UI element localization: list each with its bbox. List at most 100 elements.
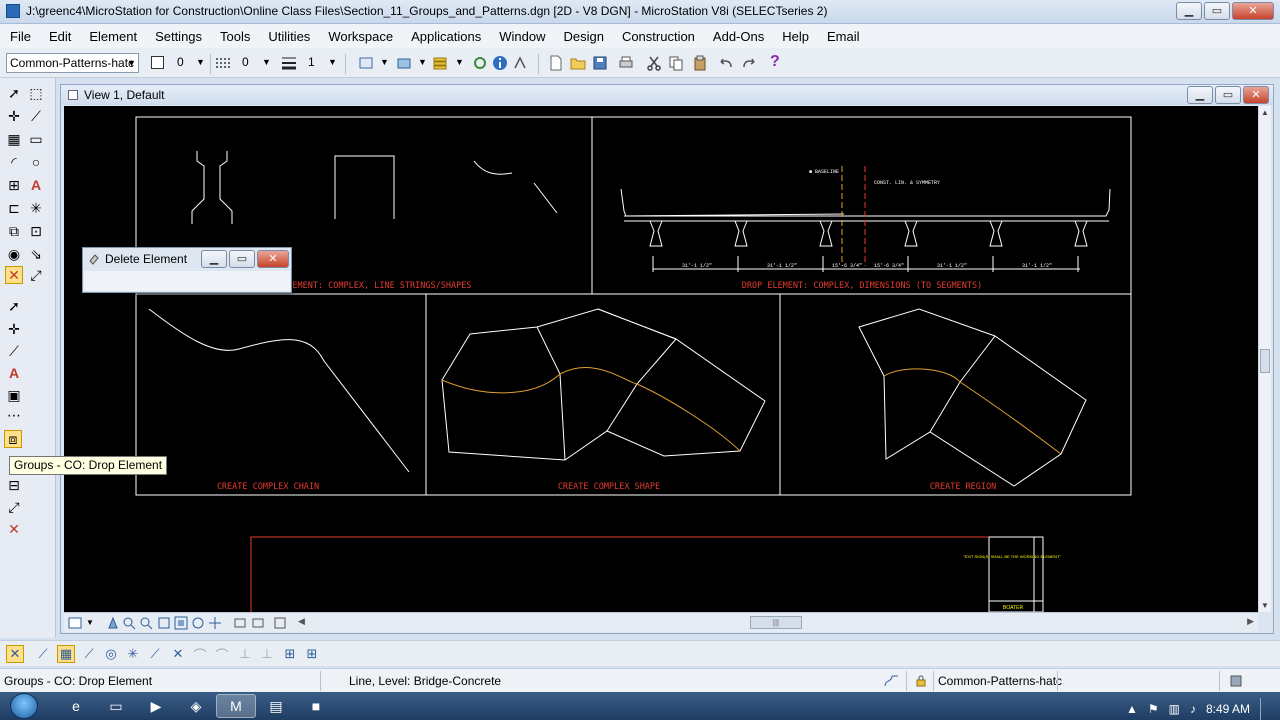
point-on-snap-icon[interactable]: ⊞	[303, 645, 321, 663]
origin-snap-icon[interactable]: ✳	[124, 645, 142, 663]
view-attributes-icon[interactable]	[68, 616, 82, 630]
cut-icon[interactable]	[646, 55, 662, 71]
tray-expand-icon[interactable]: ▲	[1126, 702, 1138, 716]
active-level-select[interactable]: Common-Patterns-hatc ▼	[6, 53, 139, 73]
menu-file[interactable]: File	[10, 29, 31, 44]
lock-icon[interactable]	[914, 674, 928, 688]
dropdown-arrow-icon[interactable]: ▼	[455, 57, 464, 67]
redo-icon[interactable]	[741, 55, 757, 71]
pattern-icon[interactable]: ✳	[27, 199, 45, 217]
dropdown-arrow-icon[interactable]: ▼	[380, 57, 389, 67]
accudraw-icon[interactable]	[882, 672, 902, 690]
view-minimize-button[interactable]: ▁	[1187, 86, 1213, 104]
color-swatch[interactable]	[151, 56, 164, 69]
close-button[interactable]: ✕	[1232, 2, 1274, 20]
internet-explorer-icon[interactable]: e	[56, 694, 96, 718]
measure-distance-icon[interactable]: ⟋	[5, 342, 23, 360]
menu-tools[interactable]: Tools	[220, 29, 250, 44]
tangent-snap-icon[interactable]: ⌒	[191, 645, 209, 663]
menu-utilities[interactable]: Utilities	[268, 29, 310, 44]
select-icon[interactable]: ➚	[5, 297, 23, 315]
menu-window[interactable]: Window	[499, 29, 545, 44]
place-text-icon[interactable]: A	[27, 176, 45, 194]
place-cell-icon[interactable]	[396, 55, 412, 71]
fence-icon[interactable]: ⬚	[27, 84, 45, 102]
keypoint-snap-icon[interactable]: ✕	[6, 645, 24, 663]
scroll-right-icon[interactable]: ▶	[1247, 616, 1254, 627]
save-icon[interactable]	[592, 55, 608, 71]
dialog-maximize-button[interactable]: ▭	[229, 250, 255, 268]
menu-element[interactable]: Element	[89, 29, 137, 44]
copy-icon[interactable]	[668, 55, 684, 71]
menu-applications[interactable]: Applications	[411, 29, 481, 44]
zoom-in-icon[interactable]	[122, 616, 136, 630]
fit-view-icon[interactable]	[174, 616, 188, 630]
drop-element-icon[interactable]: ⤢	[27, 266, 45, 284]
media-player-icon[interactable]: ▶	[136, 694, 176, 718]
new-file-icon[interactable]	[548, 55, 564, 71]
key-in-icon[interactable]	[512, 55, 528, 71]
copy-view-icon[interactable]	[273, 616, 287, 630]
midpoint-snap-icon[interactable]: ⟋	[80, 645, 98, 663]
dialog-close-button[interactable]: ✕	[257, 250, 289, 268]
line-style-dropdown-icon[interactable]: ▼	[262, 57, 271, 67]
menu-add-ons[interactable]: Add-Ons	[713, 29, 764, 44]
perpendicular-snap-icon[interactable]: ⊥	[236, 645, 254, 663]
menu-email[interactable]: Email	[827, 29, 860, 44]
minimize-button[interactable]: ▁	[1176, 2, 1202, 20]
line-style-tool-icon[interactable]: ⋯	[5, 406, 23, 424]
scroll-up-icon[interactable]: ▲	[1261, 108, 1269, 117]
update-view-icon[interactable]	[106, 616, 120, 630]
view-maximize-button[interactable]: ▭	[1215, 86, 1241, 104]
view-next-icon[interactable]	[251, 616, 265, 630]
place-arc-icon[interactable]: ◜	[5, 153, 23, 171]
pan-view-icon[interactable]	[208, 616, 222, 630]
microstation-taskbar-icon[interactable]: M	[216, 694, 256, 718]
nearest-snap-icon[interactable]: ⟋	[34, 645, 52, 663]
menu-design[interactable]: Design	[563, 29, 603, 44]
rotate-view-icon[interactable]	[191, 616, 205, 630]
tentative-point-icon[interactable]: ✛	[5, 107, 23, 125]
move-element-icon[interactable]: ⊡	[27, 222, 45, 240]
place-block-icon[interactable]: ▭	[27, 130, 45, 148]
menu-edit[interactable]: Edit	[49, 29, 71, 44]
info-icon[interactable]	[492, 55, 508, 71]
intersection-snap-icon[interactable]: ✕	[169, 645, 187, 663]
modify-element-icon[interactable]: ◉	[5, 245, 23, 263]
parallel-snap-icon[interactable]: ⊥	[258, 645, 276, 663]
place-line-icon[interactable]: ▦	[5, 130, 23, 148]
place-circle-icon[interactable]: ○	[27, 153, 45, 171]
levels-icon[interactable]	[432, 55, 448, 71]
grid-snap-icon[interactable]: ▦	[57, 645, 75, 663]
line-weight-dropdown-icon[interactable]: ▼	[328, 57, 337, 67]
show-desktop-button[interactable]	[1260, 698, 1270, 720]
menu-construction[interactable]: Construction	[622, 29, 695, 44]
file-explorer-icon[interactable]: ▭	[96, 694, 136, 718]
horizontal-scroll-thumb[interactable]: |||	[750, 616, 802, 629]
bisector-snap-icon[interactable]: ⟋	[146, 645, 164, 663]
print-icon[interactable]	[618, 55, 634, 71]
design-file-save-icon[interactable]	[1229, 674, 1243, 688]
place-cell-icon[interactable]: ⊞	[5, 176, 23, 194]
cell-library-icon[interactable]: ▣	[5, 386, 23, 404]
element-info-icon[interactable]	[358, 55, 374, 71]
volume-icon[interactable]: ♪	[1190, 702, 1196, 716]
status-active-level[interactable]: Common-Patterns-hatc	[938, 674, 1062, 688]
line-weight-icon[interactable]	[281, 55, 297, 71]
view-attributes-dropdown-icon[interactable]: ▼	[86, 618, 94, 627]
delete-icon[interactable]: ✕	[5, 520, 23, 538]
vertical-scrollbar[interactable]: ▲ ▼	[1258, 106, 1271, 612]
taskbar-app-icon[interactable]: ◈	[176, 694, 216, 718]
clock[interactable]: 8:49 AM	[1206, 702, 1250, 716]
color-dropdown-icon[interactable]: ▼	[196, 57, 205, 67]
start-button[interactable]	[10, 693, 38, 719]
dropdown-arrow-icon[interactable]: ▼	[418, 57, 427, 67]
notes-app-icon[interactable]: ▤	[256, 694, 296, 718]
dimension-icon[interactable]: ⊏	[5, 199, 23, 217]
taskbar-app-icon[interactable]: ■	[296, 694, 336, 718]
text-icon[interactable]: A	[5, 364, 23, 382]
zoom-out-icon[interactable]	[139, 616, 153, 630]
group-add-icon[interactable]: ⤢	[5, 498, 23, 516]
view-close-button[interactable]: ✕	[1243, 86, 1269, 104]
element-selection-icon[interactable]: ➚	[5, 84, 23, 102]
